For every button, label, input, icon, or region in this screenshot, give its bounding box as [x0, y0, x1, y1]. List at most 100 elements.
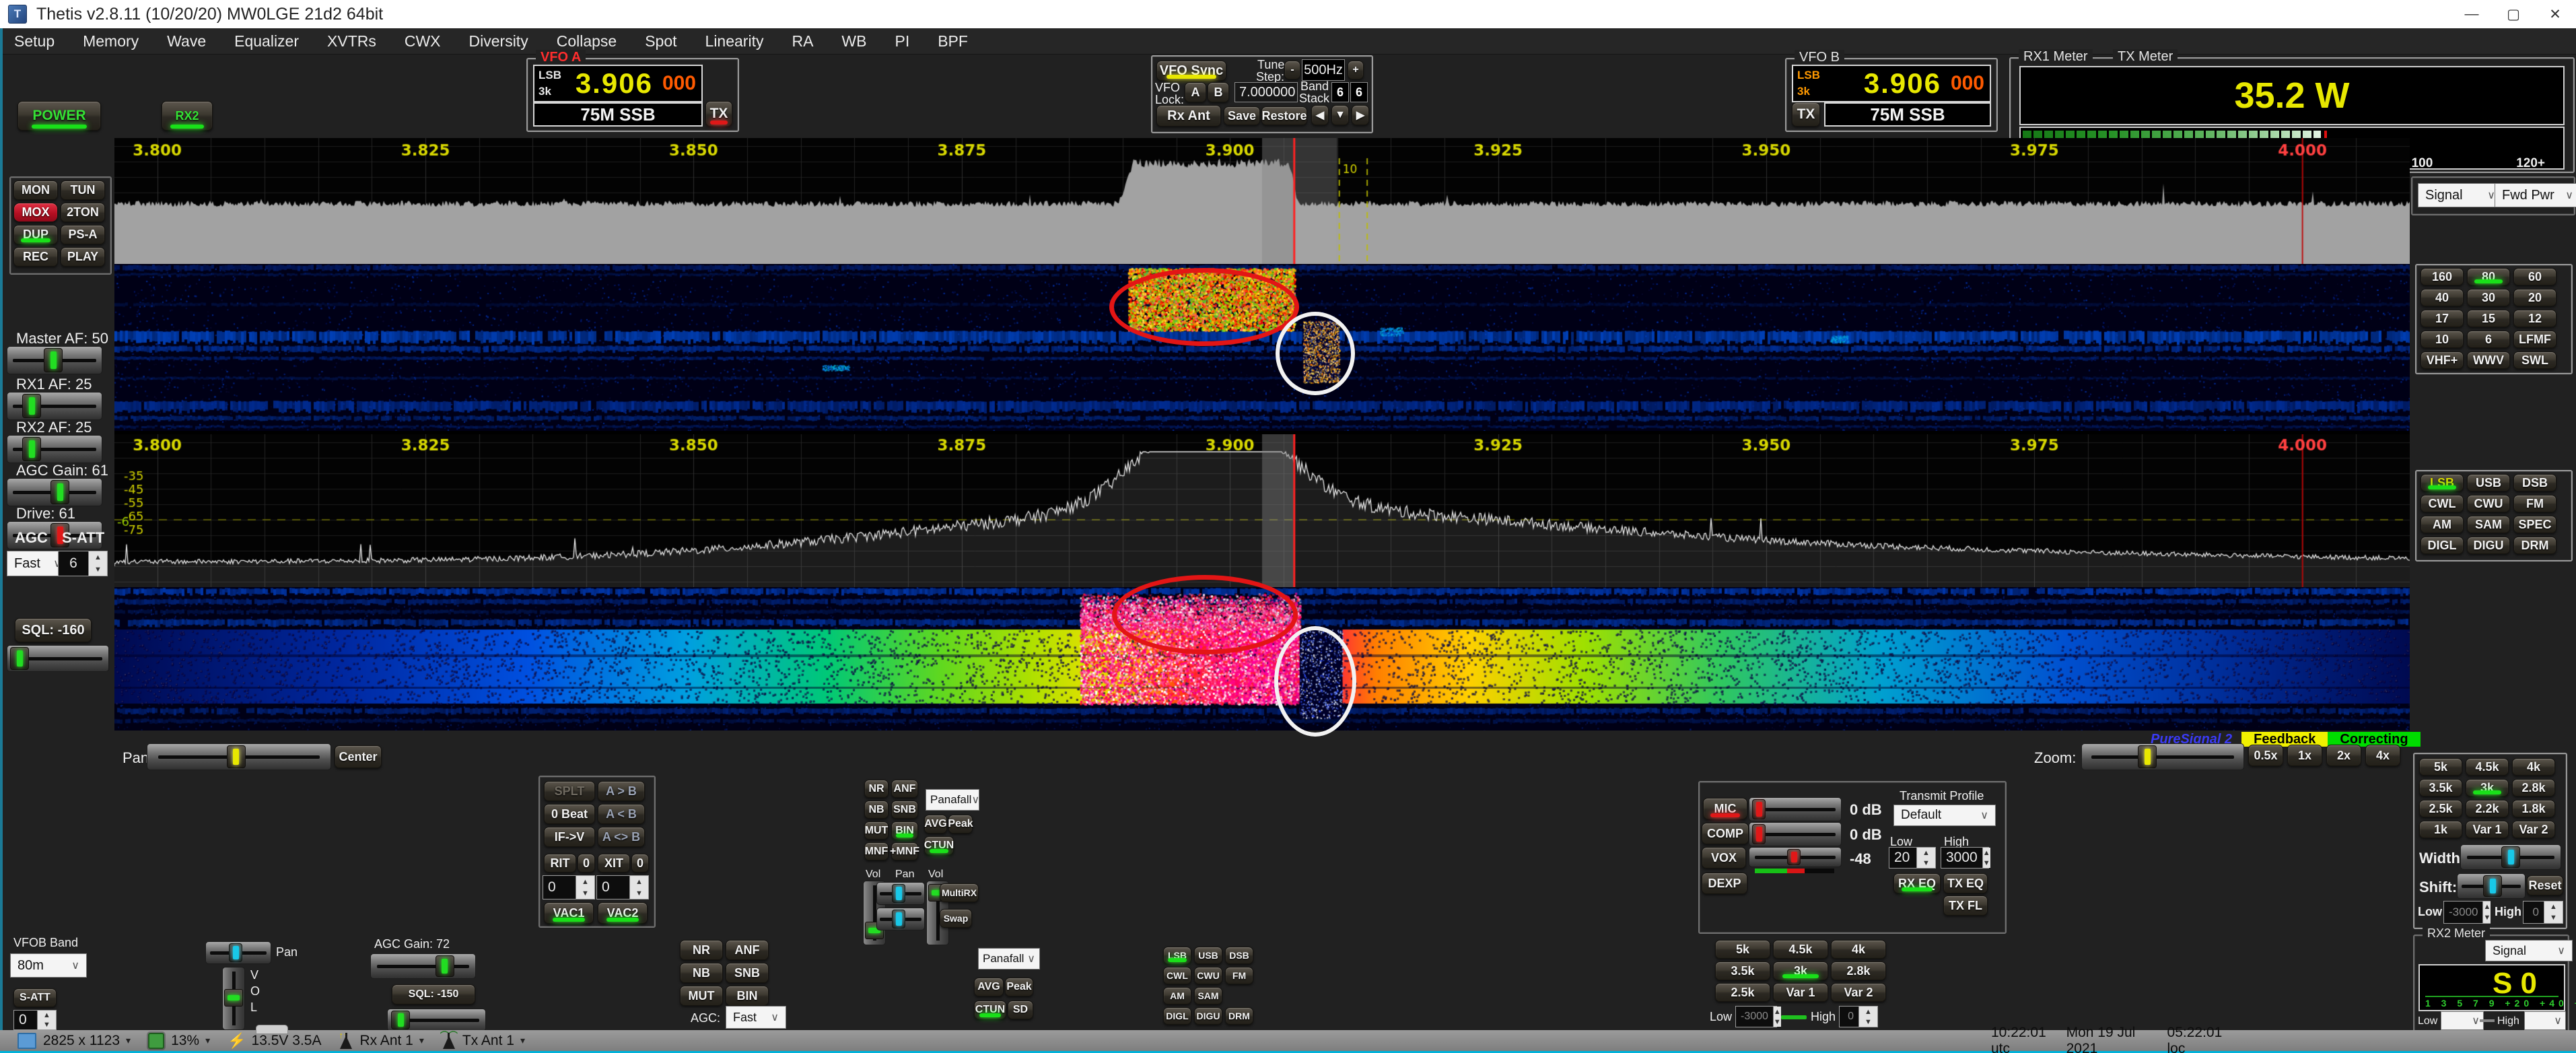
vfo-b-tx-button[interactable]: TX	[1792, 102, 1820, 127]
rx2-agc-select[interactable]: Fast	[726, 1006, 786, 1029]
zoom-preset-button[interactable]: 0.5x	[2248, 745, 2283, 766]
vac1-button[interactable]: VAC1	[544, 902, 594, 924]
rx2-ctun-button[interactable]: CTUN	[974, 1000, 1006, 1019]
menu-item[interactable]: Setup	[0, 32, 69, 50]
rx1-filter-button[interactable]: Var 1	[2466, 821, 2509, 838]
comp-button[interactable]: COMP	[1702, 823, 1749, 844]
band-button[interactable]: LFMF	[2513, 331, 2556, 348]
rx2-mode-button[interactable]: AM	[1163, 987, 1191, 1005]
rx1-panadapter-canvas[interactable]	[114, 138, 2410, 264]
rx1-dsp-button[interactable]: ANF	[891, 780, 918, 798]
rx2-panadapter-canvas[interactable]	[114, 434, 2410, 587]
menu-item[interactable]: WB	[827, 32, 880, 50]
status-tx-antenna[interactable]: ⌒⌒ Tx Ant 1▾	[442, 1033, 525, 1049]
xit-zero-button[interactable]: 0	[631, 854, 649, 873]
rx1-filter-button[interactable]: 2.8k	[2512, 779, 2555, 796]
rit-zero-button[interactable]: 0	[578, 854, 595, 873]
rx1-dsp-button[interactable]: MNF	[864, 842, 889, 860]
rx1-dsp-button[interactable]: MUT	[864, 821, 889, 840]
band-button[interactable]: 40	[2421, 289, 2464, 306]
tx-control-button[interactable]: PS-A	[61, 225, 105, 244]
rx2-filter-low-spinner[interactable]: -3000▲▼	[1735, 1006, 1777, 1027]
xit-button[interactable]: XIT	[598, 854, 630, 873]
mic-button[interactable]: MIC	[1703, 798, 1747, 819]
rx2-meter-high-select[interactable]	[2524, 1011, 2566, 1030]
band-button[interactable]: 160	[2421, 268, 2464, 285]
rx2-mode-button[interactable]: LSB	[1163, 947, 1191, 964]
menu-item[interactable]: Memory	[69, 32, 153, 50]
filter-shift-slider[interactable]	[2457, 873, 2526, 899]
rx2-peak-button[interactable]: Peak	[1005, 978, 1033, 996]
tune-step-plus-button[interactable]: +	[1348, 61, 1364, 79]
pan-center-button[interactable]: Center	[335, 745, 382, 768]
window-control-button[interactable]: ✕	[2534, 0, 2576, 28]
band-button[interactable]: 60	[2513, 268, 2556, 285]
split-function-button[interactable]: A < B	[598, 804, 645, 824]
rx2-button[interactable]: RX2	[162, 101, 213, 131]
band-button[interactable]: 80	[2467, 268, 2510, 285]
dexp-button[interactable]: DEXP	[1702, 873, 1747, 894]
band-button[interactable]: 10	[2421, 331, 2464, 348]
rx2-filter-button[interactable]: 4k	[1831, 940, 1886, 959]
rx2-agc-gain-slider[interactable]	[370, 953, 476, 979]
tx-eq-button[interactable]: TX EQ	[1943, 873, 1988, 893]
vfo-sync-button[interactable]: VFO Sync	[1156, 61, 1226, 81]
zoom-preset-button[interactable]: 2x	[2326, 745, 2361, 766]
window-control-button[interactable]: ▢	[2493, 0, 2534, 28]
rx1-dsp-button[interactable]: +MNF	[891, 842, 918, 860]
rx2-dsp-button[interactable]: NR	[680, 940, 723, 960]
rx1-filter-button[interactable]: Var 2	[2512, 821, 2555, 838]
vfo-a-frequency-display[interactable]: LSB 3k 3.906 000	[533, 65, 703, 102]
rx2-mode-button[interactable]: DSB	[1225, 947, 1253, 964]
band-button[interactable]: 15	[2467, 310, 2510, 327]
pan-slider[interactable]	[147, 743, 331, 770]
save-button[interactable]: Save	[1224, 106, 1260, 125]
mode-button[interactable]: DIGL	[2421, 537, 2464, 554]
rx1-dsp-button[interactable]: SNB	[891, 801, 918, 819]
rx1-dsp-button[interactable]: NB	[864, 801, 889, 819]
rx1-dsp-button[interactable]: BIN	[891, 821, 918, 840]
status-resolution[interactable]: 2825 x 1123▾	[18, 1033, 131, 1049]
tx-control-button[interactable]: MON	[13, 180, 58, 200]
vfo-lock-a-button[interactable]: A	[1185, 82, 1206, 102]
band-stack-arrow-button[interactable]: ▶	[1352, 105, 1369, 125]
comp-slider[interactable]	[1749, 822, 1842, 846]
mode-button[interactable]: CWL	[2421, 495, 2464, 512]
rx-ant-button[interactable]: Rx Ant	[1156, 105, 1221, 127]
power-button[interactable]: POWER	[18, 101, 101, 131]
rx2-avg-button[interactable]: AVG	[974, 978, 1004, 996]
tx-meter-mode-select[interactable]: Fwd Pwr	[2495, 183, 2576, 207]
rx2-sd-button[interactable]: SD	[1008, 1000, 1033, 1019]
band-button[interactable]: 20	[2513, 289, 2556, 306]
vfo-b-frequency-display[interactable]: LSB 3k 3.906 000	[1792, 65, 1991, 102]
transmit-profile-select[interactable]: Default	[1893, 805, 1996, 826]
split-function-button[interactable]: A <> B	[598, 827, 645, 847]
zoom-preset-button[interactable]: 1x	[2287, 745, 2322, 766]
band-stack-arrow-button[interactable]: ▼	[1331, 105, 1349, 125]
rx2-dsp-button[interactable]: BIN	[726, 986, 769, 1006]
mode-button[interactable]: DSB	[2513, 474, 2556, 491]
rx2-dsp-button[interactable]: SNB	[726, 963, 769, 983]
band-button[interactable]: WWV	[2467, 351, 2510, 369]
status-grip[interactable]	[256, 1025, 288, 1034]
rx2-mode-button[interactable]: DIGL	[1163, 1007, 1191, 1025]
tx-control-button[interactable]: MOX	[13, 203, 58, 222]
mic-gain-slider[interactable]	[1749, 797, 1842, 821]
sql-slider[interactable]	[7, 645, 109, 672]
af-slider[interactable]	[7, 478, 102, 506]
rx1-filter-low-spinner[interactable]: -3000▲▼	[2443, 901, 2491, 924]
tx-control-button[interactable]: DUP	[13, 225, 58, 244]
rx2-satt-spinner[interactable]: 0▲▼	[13, 1010, 57, 1030]
menu-item[interactable]: RA	[777, 32, 827, 50]
rx1-filter-button[interactable]: 5k	[2419, 758, 2462, 776]
rx2-mode-button[interactable]: CWU	[1194, 967, 1222, 984]
rx1-filter-button[interactable]: 4.5k	[2466, 758, 2509, 776]
tx-control-button[interactable]: REC	[13, 247, 58, 267]
menu-item[interactable]: Collapse	[543, 32, 631, 50]
rx-eq-button[interactable]: RX EQ	[1893, 873, 1941, 893]
mode-button[interactable]: AM	[2421, 516, 2464, 533]
vfo-lock-b-button[interactable]: B	[1208, 82, 1229, 102]
rx1-avg-button[interactable]: AVG	[924, 815, 947, 834]
xit-spinner[interactable]: 0▲▼	[596, 875, 649, 899]
mode-button[interactable]: CWU	[2467, 495, 2510, 512]
